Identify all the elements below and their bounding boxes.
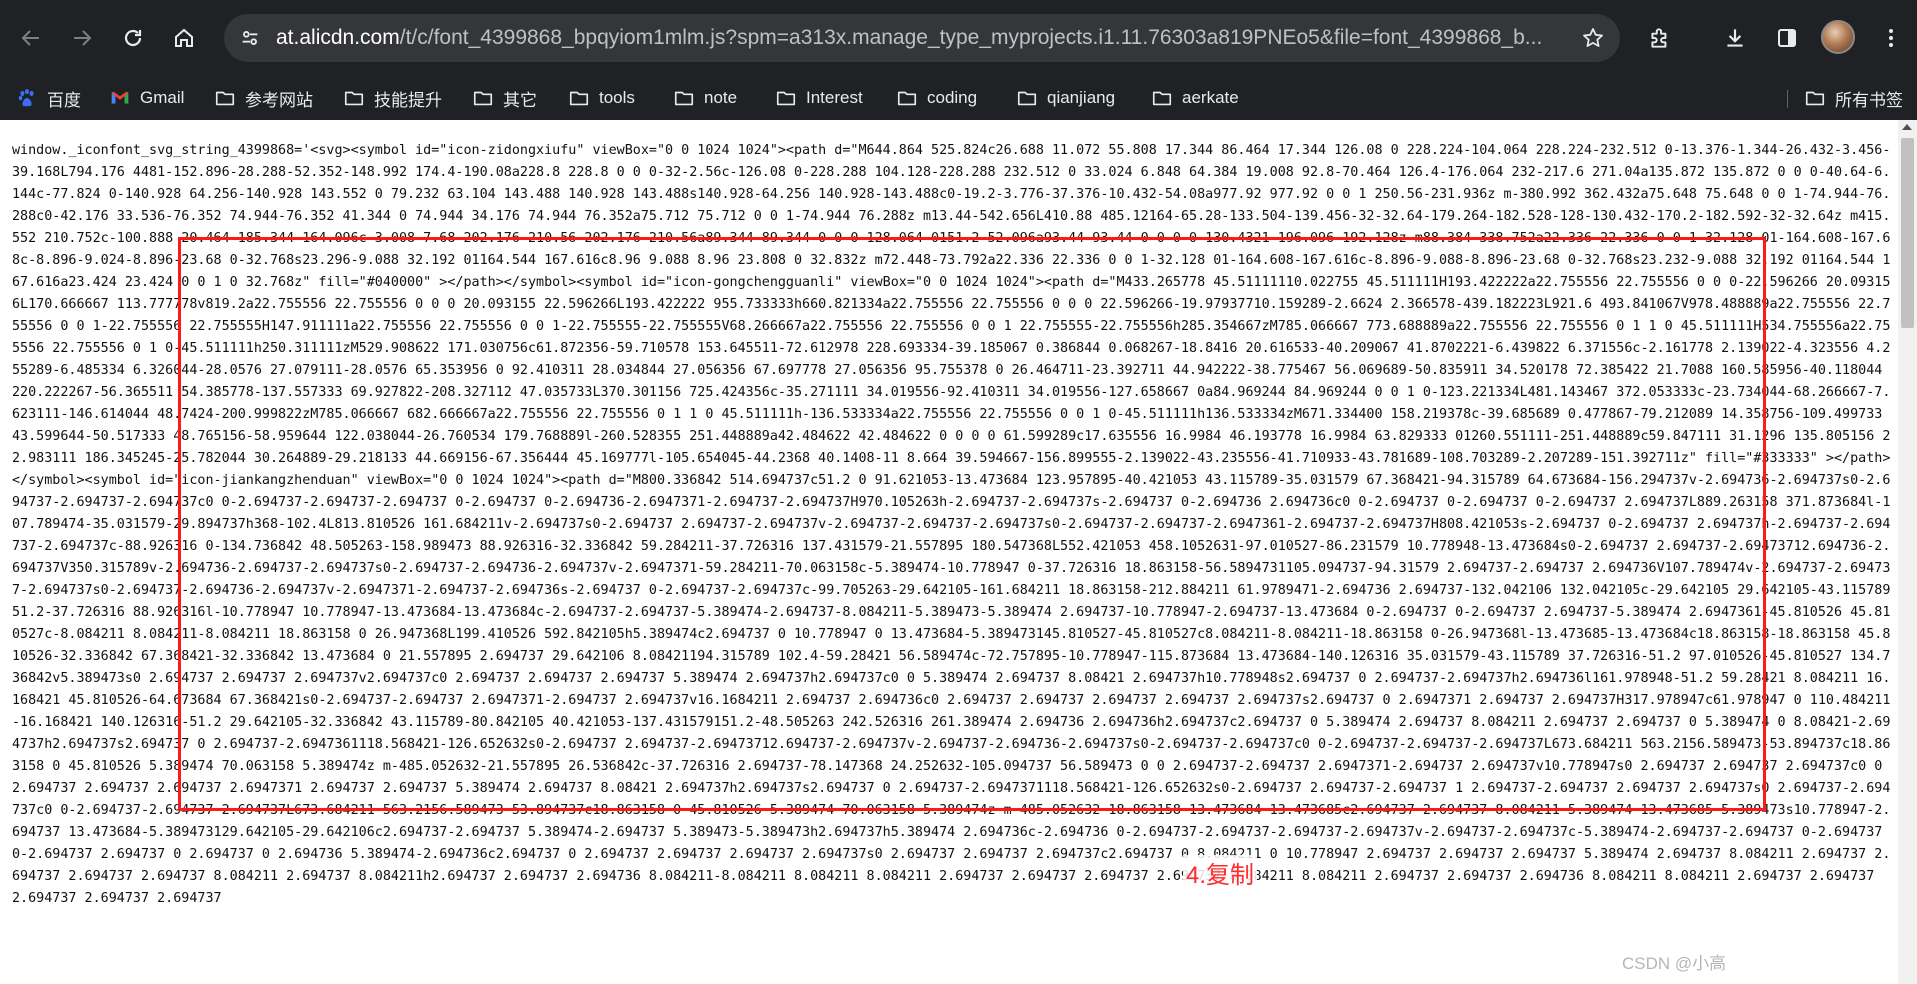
bookmark-label: Gmail bbox=[140, 88, 185, 107]
folder-icon bbox=[1150, 86, 1174, 110]
scroll-up-arrow-icon[interactable] bbox=[1902, 124, 1912, 130]
bookmark-folder-interest[interactable]: Interest bbox=[774, 82, 863, 114]
bookmark-label: 百度 bbox=[47, 90, 81, 110]
bookmark-label: 技能提升 bbox=[374, 90, 442, 110]
bookmark-label: aerkate bbox=[1182, 88, 1239, 107]
back-button[interactable] bbox=[12, 19, 50, 57]
extensions-button[interactable] bbox=[1641, 19, 1679, 57]
home-icon bbox=[175, 28, 193, 47]
arrow-left-icon bbox=[21, 30, 39, 46]
bookmark-label: note bbox=[704, 88, 738, 107]
browser-chrome: at.alicdn.com/t/c/font_4399868_bpqyiom1m… bbox=[0, 0, 1917, 120]
folder-icon bbox=[471, 86, 495, 110]
bookmark-label: 参考网站 bbox=[245, 90, 313, 110]
bookmark-label: tools bbox=[599, 88, 635, 107]
downloads-button[interactable] bbox=[1716, 19, 1754, 57]
tune-icon bbox=[242, 31, 258, 45]
arrow-right-icon bbox=[74, 30, 92, 46]
home-button[interactable] bbox=[165, 19, 203, 57]
download-icon bbox=[1727, 29, 1743, 47]
bookmark-folder-other[interactable]: 其它 bbox=[471, 82, 537, 114]
source-code-text: window._iconfont_svg_string_4399868='<sv… bbox=[12, 143, 1898, 906]
url-path: /t/c/font_4399868_bpqyiom1mlm.js?spm=a31… bbox=[399, 26, 1543, 49]
bookmark-folder-skill-improvement[interactable]: 技能提升 bbox=[342, 82, 442, 114]
scroll-thumb[interactable] bbox=[1901, 138, 1914, 328]
bookmark-gmail[interactable]: Gmail bbox=[108, 82, 184, 114]
baidu-paw-icon bbox=[15, 86, 39, 110]
kebab-menu-icon bbox=[1889, 29, 1893, 47]
puzzle-icon bbox=[1651, 28, 1667, 48]
forward-button[interactable] bbox=[63, 19, 101, 57]
star-icon bbox=[1583, 28, 1603, 47]
folder-icon bbox=[672, 86, 696, 110]
bookmark-label: Interest bbox=[806, 88, 863, 107]
folder-icon bbox=[1803, 86, 1827, 110]
annotation-step-label: 4.复制 bbox=[1183, 855, 1258, 890]
watermark: CSDN @小高 bbox=[1622, 954, 1727, 973]
folder-icon bbox=[774, 86, 798, 110]
bookmark-folder-tools[interactable]: tools bbox=[567, 82, 635, 114]
bookmark-folder-coding[interactable]: coding bbox=[895, 82, 977, 114]
vertical-scrollbar[interactable] bbox=[1898, 120, 1917, 984]
gmail-icon bbox=[108, 86, 132, 110]
folder-icon bbox=[342, 86, 366, 110]
bookmark-folder-reference-sites[interactable]: 参考网站 bbox=[213, 82, 313, 114]
site-info-button[interactable] bbox=[234, 22, 266, 54]
page-content: window._iconfont_svg_string_4399868='<sv… bbox=[0, 120, 1898, 984]
all-bookmarks-button[interactable]: 所有书签 bbox=[1803, 82, 1903, 114]
all-bookmarks-label: 所有书签 bbox=[1835, 90, 1903, 110]
bookmark-folder-note[interactable]: note bbox=[672, 82, 737, 114]
bookmarks-bar: 百度 Gmail 参考网站 技能提升 其它 tools note Interes… bbox=[0, 76, 1917, 120]
bookmark-folder-qianjiang[interactable]: qianjiang bbox=[1015, 82, 1115, 114]
bookmark-folder-aerkate[interactable]: aerkate bbox=[1150, 82, 1239, 114]
browser-toolbar: at.alicdn.com/t/c/font_4399868_bpqyiom1m… bbox=[0, 0, 1917, 76]
bookmark-label: qianjiang bbox=[1047, 88, 1116, 107]
bookmarks-divider bbox=[1787, 90, 1788, 108]
folder-icon bbox=[895, 86, 919, 110]
side-panel-button[interactable] bbox=[1768, 19, 1806, 57]
bookmark-star-button[interactable] bbox=[1578, 23, 1608, 53]
url-host: at.alicdn.com bbox=[276, 26, 400, 49]
url-text[interactable]: at.alicdn.com/t/c/font_4399868_bpqyiom1m… bbox=[276, 14, 1566, 62]
folder-icon bbox=[1015, 86, 1039, 110]
side-panel-icon bbox=[1778, 29, 1796, 47]
menu-button[interactable] bbox=[1872, 19, 1910, 57]
bookmark-baidu[interactable]: 百度 bbox=[15, 82, 81, 114]
reload-button[interactable] bbox=[114, 19, 152, 57]
bookmark-label: 其它 bbox=[503, 90, 537, 110]
folder-icon bbox=[213, 86, 237, 110]
profile-avatar[interactable] bbox=[1821, 20, 1855, 54]
folder-icon bbox=[567, 86, 591, 110]
address-bar[interactable]: at.alicdn.com/t/c/font_4399868_bpqyiom1m… bbox=[224, 14, 1620, 62]
bookmark-label: coding bbox=[927, 88, 978, 107]
reload-icon bbox=[124, 29, 142, 47]
